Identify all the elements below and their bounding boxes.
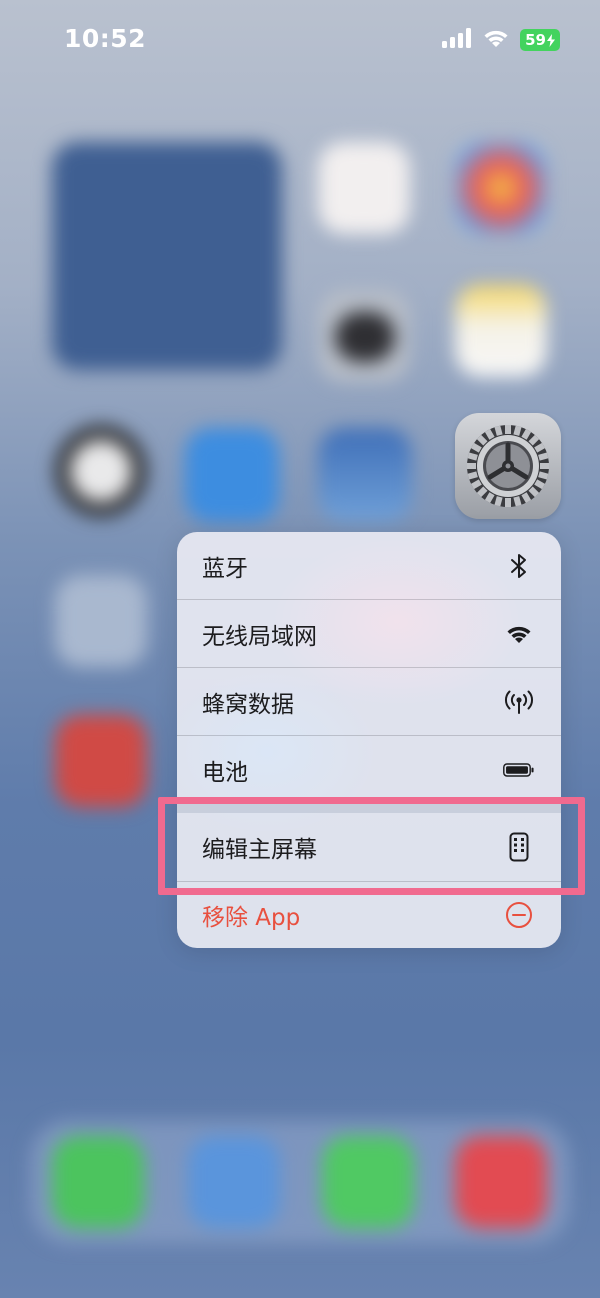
cellular-antenna-icon — [503, 686, 535, 718]
menu-item-label: 蜂窝数据 — [202, 691, 294, 718]
app-icon-blurred — [185, 428, 279, 522]
menu-item-bluetooth[interactable]: 蓝牙 — [177, 532, 561, 599]
menu-item-label: 移除 App — [202, 905, 301, 931]
bluetooth-icon — [503, 550, 535, 582]
dock-icon-blurred — [322, 1136, 414, 1228]
dock-icon-blurred — [188, 1136, 280, 1228]
app-icon-blurred — [70, 440, 132, 502]
settings-app-icon[interactable] — [455, 413, 561, 519]
widget-blurred — [52, 142, 282, 370]
menu-item-label: 电池 — [202, 759, 248, 786]
status-bar: 10:52 59 — [0, 0, 600, 80]
battery-level: 59 — [525, 31, 546, 49]
minus-circle-icon — [503, 899, 535, 931]
menu-item-label: 蓝牙 — [202, 555, 248, 582]
app-icon-blurred — [318, 428, 412, 522]
app-icon-blurred — [455, 142, 547, 234]
app-icon-blurred — [55, 715, 147, 807]
dock-icon-blurred — [455, 1136, 547, 1228]
app-icon-blurred — [318, 142, 410, 234]
menu-item-cellular[interactable]: 蜂窝数据 — [177, 668, 561, 735]
status-icons: 59 — [442, 28, 560, 52]
status-time: 10:52 — [64, 24, 147, 53]
settings-gear-icon — [467, 425, 549, 507]
app-icon-blurred — [55, 575, 147, 667]
menu-item-label: 无线局域网 — [202, 623, 317, 650]
wifi-icon — [482, 28, 510, 52]
menu-item-wifi[interactable]: 无线局域网 — [177, 600, 561, 667]
app-icon-blurred — [335, 312, 395, 362]
battery-charging-icon: 59 — [520, 29, 560, 51]
highlight-annotation — [158, 797, 585, 895]
app-icon-blurred — [455, 285, 547, 377]
cellular-signal-icon — [442, 28, 472, 52]
dock-icon-blurred — [52, 1136, 144, 1228]
menu-item-battery[interactable]: 电池 — [177, 736, 561, 803]
battery-icon — [503, 754, 535, 786]
wifi-icon — [503, 618, 535, 650]
